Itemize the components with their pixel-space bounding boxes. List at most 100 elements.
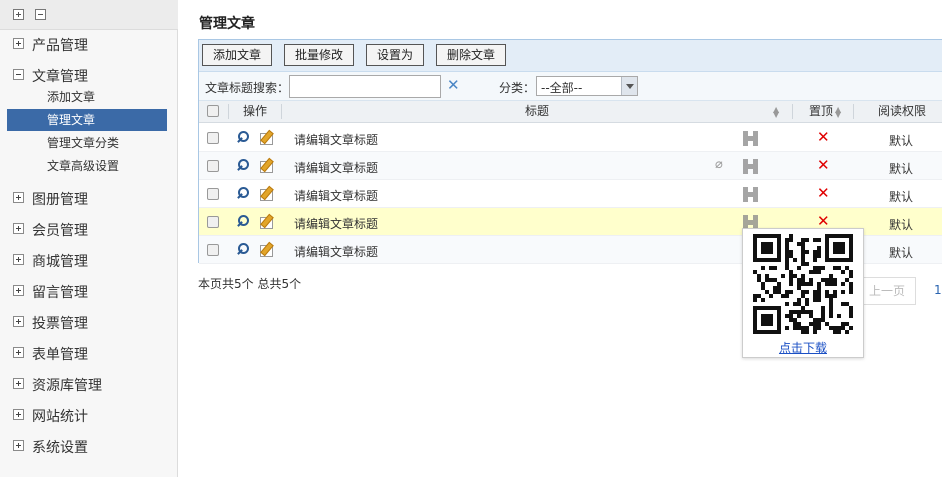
col-title[interactable]: 标题 [282,101,792,122]
magnifier-icon[interactable] [236,243,249,257]
magnifier-icon[interactable] [236,131,249,145]
row-checkbox[interactable] [207,160,219,172]
plus-box-icon [13,409,24,420]
sidebar-group-label: 资源库管理 [32,378,102,394]
sidebar-item-manage-categories[interactable]: 管理文章分类 [7,132,167,154]
read-permission: 默认 [889,134,914,148]
read-permission: 默认 [889,246,914,260]
sidebar-group-resources[interactable]: 资源库管理 [0,372,178,396]
sidebar-group-label: 商城管理 [32,254,88,270]
article-title[interactable]: 请编辑文章标题 [294,187,378,204]
qr-code-icon[interactable] [743,131,758,146]
sidebar-group-label: 网站统计 [32,409,88,425]
pencil-icon[interactable] [259,130,273,145]
sidebar-group-label: 图册管理 [32,192,88,208]
read-permission: 默认 [889,162,914,176]
clear-search-icon[interactable]: ✕ [447,76,460,94]
article-title[interactable]: 请编辑文章标题 [294,131,378,148]
pencil-icon[interactable] [259,214,273,229]
article-title[interactable]: 请编辑文章标题 [294,215,378,232]
row-checkbox[interactable] [207,216,219,228]
plus-box-icon [13,223,24,234]
add-article-button[interactable]: 添加文章 [202,44,272,66]
sidebar-group-votes[interactable]: 投票管理 [0,310,178,334]
expand-all-icon[interactable] [13,9,24,20]
sidebar-item-add-article[interactable]: 添加文章 [7,86,167,108]
sidebar: 产品管理 文章管理 添加文章 管理文章 管理文章分类 文章高级设置 图册管理 会… [0,0,178,477]
plus-box-icon [13,347,24,358]
set-as-button[interactable]: 设置为 [366,44,424,66]
row-checkbox[interactable] [207,132,219,144]
sidebar-group-label: 系统设置 [32,440,88,456]
not-pinned-icon[interactable]: ✕ [817,156,830,174]
sidebar-group-products[interactable]: 产品管理 [0,32,178,56]
sidebar-group-articles[interactable]: 文章管理 [0,63,178,87]
sidebar-group-label: 表单管理 [32,347,88,363]
sidebar-group-label: 文章管理 [32,69,88,85]
category-select[interactable]: --全部-- [536,76,638,96]
toolbar: 添加文章 批量修改 设置为 删除文章 [199,40,942,72]
qr-code-icon[interactable] [743,187,758,202]
sidebar-group-mall[interactable]: 商城管理 [0,248,178,272]
plus-box-icon [13,378,24,389]
table-row[interactable]: 请编辑文章标题 ✕ 默认 [199,124,942,152]
read-permission: 默认 [889,190,914,204]
sidebar-item-advanced-settings[interactable]: 文章高级设置 [7,155,167,177]
sidebar-group-albums[interactable]: 图册管理 [0,186,178,210]
pencil-icon[interactable] [259,186,273,201]
pencil-icon[interactable] [259,158,273,173]
plus-box-icon [13,254,24,265]
sidebar-toolbar [0,0,178,30]
plus-box-icon [13,316,24,327]
category-label: 分类： [499,81,536,95]
sidebar-group-forms[interactable]: 表单管理 [0,341,178,365]
table-row[interactable]: 请编辑文章标题 ⌀ ✕ 默认 [199,152,942,180]
sidebar-group-system[interactable]: 系统设置 [0,434,178,458]
page-summary: 本页共5个 总共5个 [198,277,302,291]
sidebar-group-members[interactable]: 会员管理 [0,217,178,241]
batch-edit-button[interactable]: 批量修改 [284,44,354,66]
plus-box-icon [13,440,24,451]
sort-icon[interactable]: ▲ ▼ [773,106,779,119]
app: 产品管理 文章管理 添加文章 管理文章 管理文章分类 文章高级设置 图册管理 会… [0,0,942,477]
plus-box-icon [13,285,24,296]
col-permission[interactable]: 阅读权限 [854,101,942,122]
paperclip-icon: ⌀ [715,157,723,172]
sidebar-item-manage-articles[interactable]: 管理文章 [7,109,167,131]
sort-icon[interactable]: ▲ ▼ [835,106,841,119]
row-checkbox[interactable] [207,188,219,200]
chevron-down-icon [621,77,637,95]
magnifier-icon[interactable] [236,159,249,173]
not-pinned-icon[interactable]: ✕ [817,184,830,202]
sidebar-group-statistics[interactable]: 网站统计 [0,403,178,427]
plus-box-icon [13,192,24,203]
page-title: 管理文章 [199,16,255,32]
article-title[interactable]: 请编辑文章标题 [294,243,378,260]
collapse-all-icon[interactable] [35,9,46,20]
sidebar-group-messages[interactable]: 留言管理 [0,279,178,303]
pencil-icon[interactable] [259,242,273,257]
delete-article-button[interactable]: 删除文章 [436,44,506,66]
page-number-link[interactable]: 1 [934,283,942,297]
read-permission: 默认 [889,218,914,232]
minus-box-icon [13,69,24,80]
search-label: 文章标题搜索： [205,81,290,95]
table-row[interactable]: 请编辑文章标题 ✕ 默认 [199,180,942,208]
search-bar: 文章标题搜索： ✕ 分类： --全部-- [199,72,942,101]
prev-page-button[interactable]: 上一页 [858,277,916,305]
table-header: 操作 标题 ▲ ▼ 置顶 ▲ ▼ 阅读权限 [199,101,942,123]
qr-code-image [753,234,853,334]
sidebar-group-label: 投票管理 [32,316,88,332]
row-checkbox[interactable] [207,244,219,256]
magnifier-icon[interactable] [236,187,249,201]
not-pinned-icon[interactable]: ✕ [817,128,830,146]
sidebar-group-label: 留言管理 [32,285,88,301]
qr-code-popup: 点击下载 [742,228,864,358]
qr-download-link[interactable]: 点击下载 [743,339,863,356]
qr-code-icon[interactable] [743,159,758,174]
magnifier-icon[interactable] [236,215,249,229]
title-search-input[interactable] [289,75,441,98]
sidebar-group-label: 会员管理 [32,223,88,239]
select-all-checkbox[interactable] [207,105,219,117]
article-title[interactable]: 请编辑文章标题 [294,159,378,176]
